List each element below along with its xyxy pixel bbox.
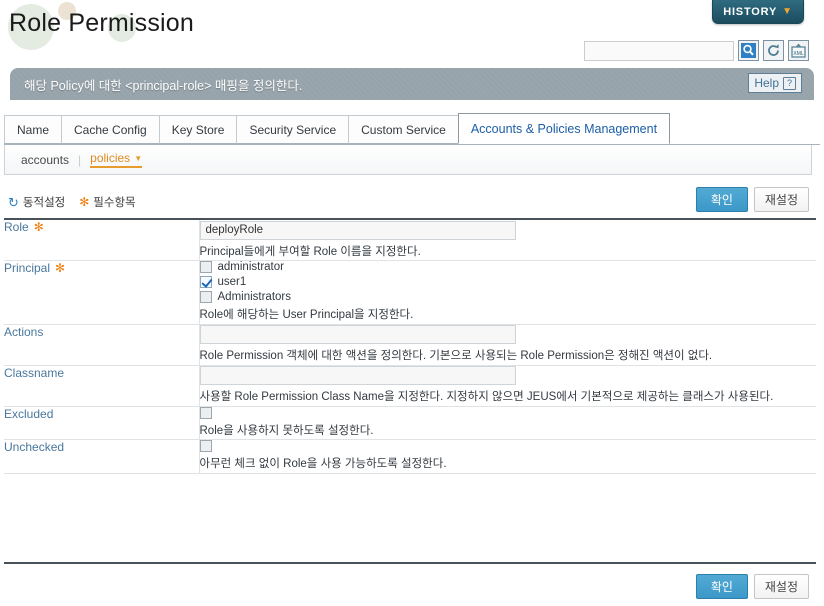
actions-input[interactable] (199, 325, 516, 345)
legend-required-label: 필수항목 (93, 197, 136, 209)
sub-navigation: accounts | policies ▼ (4, 145, 812, 175)
legend-dynamic-config: ↻ 동적설정 (8, 194, 65, 210)
role-permission-form: Role ✻ Principal들에게 부여할 Role 이름을 지정한다. P… (4, 218, 816, 474)
subnav-item-policies-label: policies (90, 151, 131, 165)
xml-export-icon[interactable]: XML (788, 40, 809, 61)
form-label-cell: Principal ✻ (4, 260, 200, 325)
search-icon[interactable] (738, 40, 759, 61)
reload-icon[interactable] (763, 40, 784, 61)
form-label-role: Role (4, 220, 29, 234)
checkbox-administrator-label: administrator (217, 261, 284, 274)
form-label-cell: Role ✻ (4, 219, 200, 261)
dynamic-config-icon: ↻ (8, 194, 19, 210)
principal-option-user1[interactable]: user1 (199, 276, 817, 289)
form-label-principal: Principal (4, 261, 51, 276)
page-header: Role Permission HISTORY ▼ XML (0, 0, 824, 62)
tab-security-service[interactable]: Security Service (236, 115, 350, 144)
form-label-actions: Actions (4, 324, 44, 339)
form-label-cell: Unchecked (4, 439, 200, 474)
principal-option-administrators[interactable]: Administrators (199, 291, 817, 304)
form-row-actions: Actions Role Permission 객체에 대한 액션을 정의한다.… (4, 324, 816, 366)
form-field-cell: 아무런 체크 없이 Role을 사용 가능하도록 설정한다. (199, 440, 816, 474)
form-label-classname: Classname (4, 365, 65, 380)
checkbox-unchecked[interactable] (199, 440, 212, 453)
form-row-principal: Principal ✻ administrator user1 Administ… (4, 260, 816, 325)
role-input[interactable] (199, 220, 516, 240)
required-asterisk-icon: ✻ (55, 261, 66, 276)
help-button-label: Help (754, 76, 779, 90)
tab-cache-config[interactable]: Cache Config (61, 115, 160, 144)
principal-option-administrator[interactable]: administrator (199, 261, 817, 274)
confirm-button-bottom[interactable]: 확인 (695, 574, 748, 599)
page-title: Role Permission (9, 9, 195, 37)
form-field-cell: Role Permission 객체에 대한 액션을 정의한다. 기본으로 사용… (199, 324, 816, 365)
unchecked-description: 아무런 체크 없이 Role을 사용 가능하도록 설정한다. (199, 458, 447, 471)
form-row-classname: Classname 사용할 Role Permission Class Name… (4, 365, 816, 407)
subnav-item-policies[interactable]: policies ▼ (90, 151, 143, 168)
form-label-cell: Classname (4, 365, 200, 407)
reset-button-bottom[interactable]: 재설정 (753, 574, 809, 599)
principal-description: Role에 해당하는 User Principal을 지정한다. (199, 309, 414, 322)
top-action-buttons: 확인 재설정 (695, 187, 809, 212)
legend-required-field: ✻ 필수항목 (79, 194, 135, 210)
confirm-button-top[interactable]: 확인 (695, 187, 748, 212)
tab-key-store[interactable]: Key Store (158, 115, 238, 144)
reset-button-top[interactable]: 재설정 (753, 187, 809, 212)
form-label-excluded: Excluded (4, 406, 54, 421)
history-button[interactable]: HISTORY ▼ (712, 0, 804, 24)
unchecked-checkbox-row[interactable] (199, 440, 817, 453)
role-description: Principal들에게 부여할 Role 이름을 지정한다. (199, 245, 421, 258)
tab-accounts-policies-management[interactable]: Accounts & Policies Management (457, 113, 671, 144)
checkbox-administrators-label: Administrators (217, 291, 292, 304)
checkbox-user1-label: user1 (217, 276, 247, 289)
history-button-label: HISTORY (723, 5, 778, 18)
checkbox-user1[interactable] (199, 276, 212, 289)
checkbox-administrator[interactable] (199, 261, 212, 274)
chevron-down-icon: ▼ (134, 153, 143, 163)
classname-input[interactable] (199, 366, 516, 386)
svg-text:XML: XML (793, 51, 804, 57)
form-row-unchecked: Unchecked 아무런 체크 없이 Role을 사용 가능하도록 설정한다. (4, 439, 816, 474)
subnav-separator: | (78, 152, 82, 167)
bottom-action-buttons: 확인 재설정 (695, 574, 809, 599)
required-asterisk-icon: ✻ (33, 220, 44, 234)
excluded-description: Role을 사용하지 못하도록 설정한다. (199, 424, 374, 437)
form-field-cell: administrator user1 Administrators Role에… (199, 261, 816, 325)
classname-description: 사용할 Role Permission Class Name을 지정한다. 지정… (199, 391, 774, 404)
chevron-down-icon: ▼ (782, 5, 793, 17)
form-label-unchecked: Unchecked (4, 440, 65, 455)
help-button[interactable]: Help ? (748, 73, 802, 93)
form-field-cell: Role을 사용하지 못하도록 설정한다. (199, 406, 816, 440)
header-toolbar: XML (584, 40, 809, 61)
form-label-cell: Excluded (4, 406, 200, 440)
search-input[interactable] (584, 40, 734, 61)
required-asterisk-icon: ✻ (79, 195, 90, 209)
tab-custom-service[interactable]: Custom Service (348, 115, 459, 144)
subnav-item-accounts[interactable]: accounts (21, 153, 69, 167)
role-permission-page: Role Permission HISTORY ▼ XML 해당 Policy에… (0, 0, 824, 606)
description-banner: 해당 Policy에 대한 <principal-role> 매핑을 정의한다.… (10, 68, 814, 100)
checkbox-administrators[interactable] (199, 291, 212, 304)
legend-dynamic-label: 동적설정 (22, 197, 66, 209)
form-field-cell: 사용할 Role Permission Class Name을 지정한다. 지정… (199, 365, 816, 406)
form-label-cell: Actions (4, 324, 200, 366)
tab-name[interactable]: Name (4, 115, 63, 144)
form-field-cell: Principal들에게 부여할 Role 이름을 지정한다. (199, 219, 816, 261)
actions-description: Role Permission 객체에 대한 액션을 정의한다. 기본으로 사용… (199, 350, 713, 363)
banner-text: 해당 Policy에 대한 <principal-role> 매핑을 정의한다. (24, 78, 303, 93)
checkbox-excluded[interactable] (199, 406, 212, 419)
form-row-excluded: Excluded Role을 사용하지 못하도록 설정한다. (4, 406, 816, 440)
form-row-role: Role ✻ Principal들에게 부여할 Role 이름을 지정한다. (4, 219, 816, 261)
question-mark-icon: ? (783, 76, 796, 90)
excluded-checkbox-row[interactable] (199, 406, 817, 419)
footer-divider (4, 562, 816, 564)
tab-bar: Name Cache Config Key Store Security Ser… (4, 113, 820, 145)
